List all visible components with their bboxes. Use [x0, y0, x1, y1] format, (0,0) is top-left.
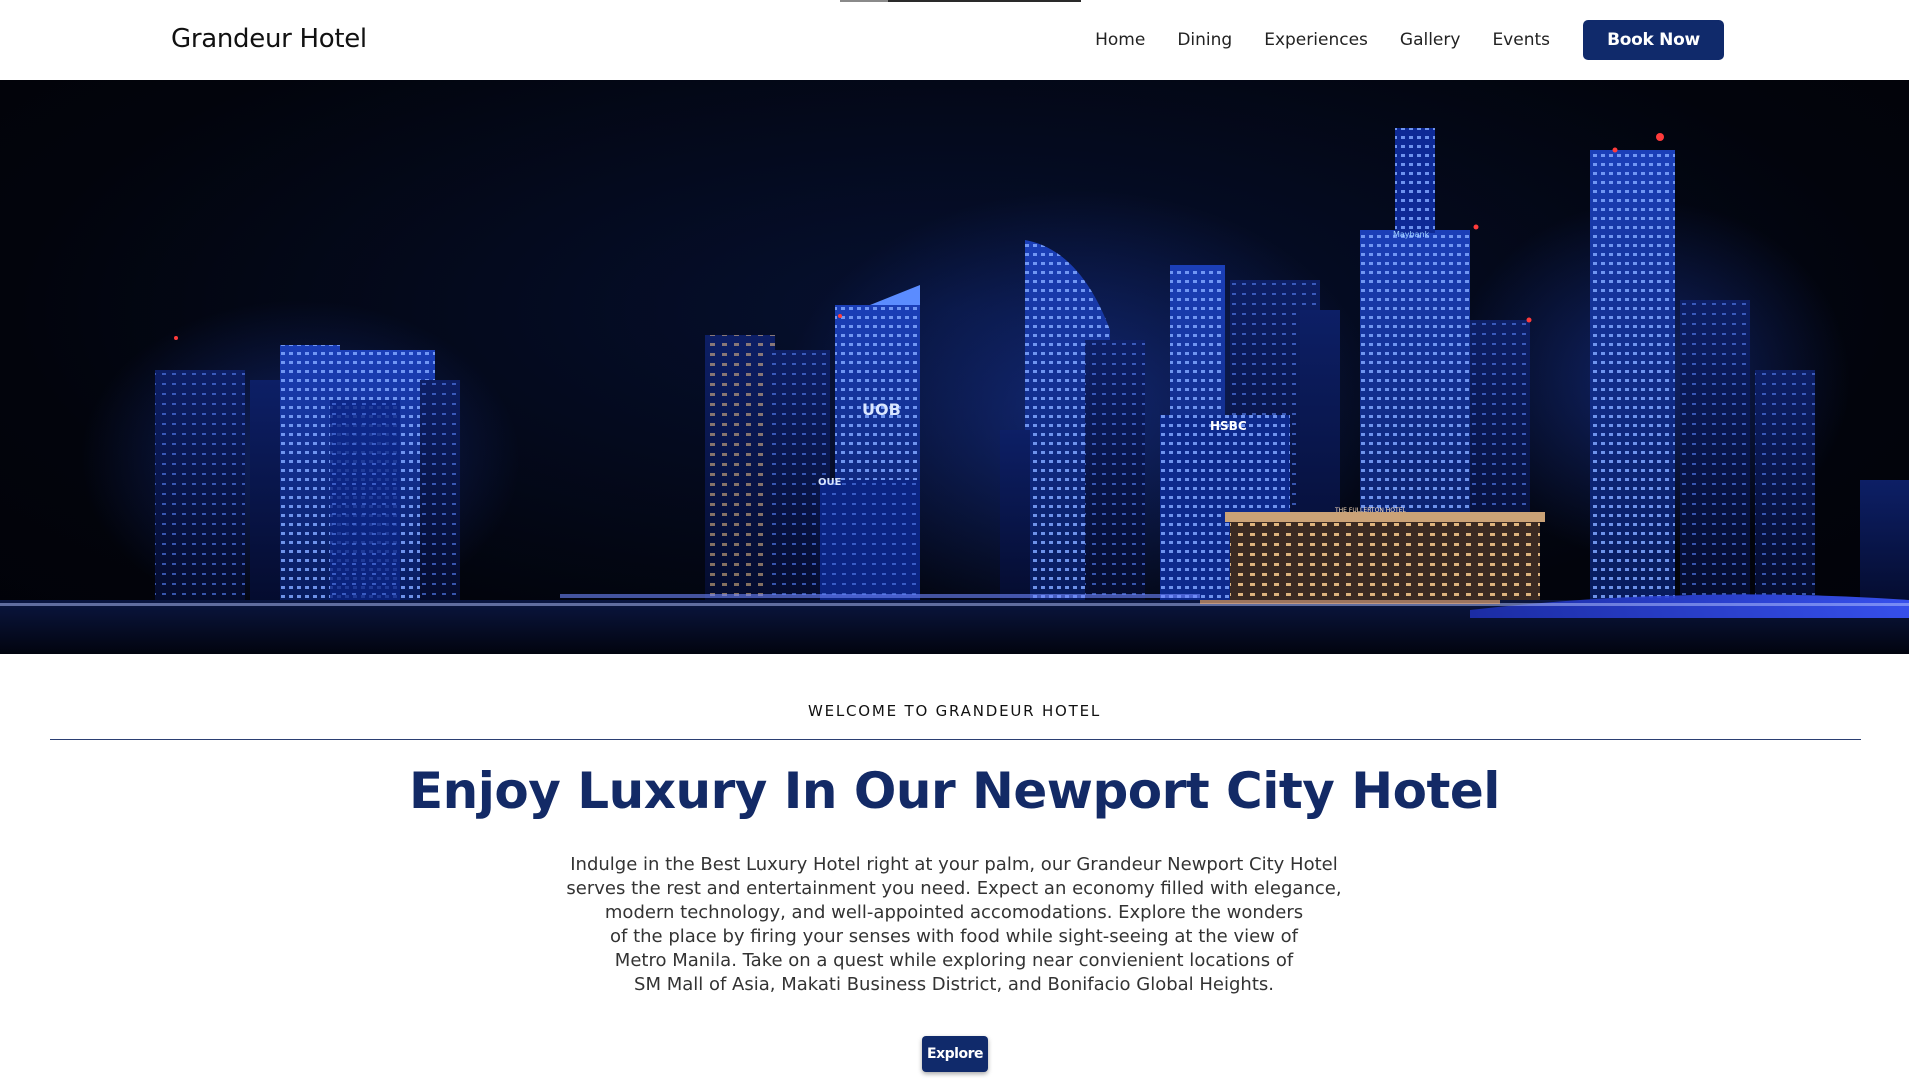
maybank-sign: Maybank [1393, 230, 1430, 239]
nav-item-events[interactable]: Events [1492, 30, 1550, 50]
fullerton-sign: THE FULLERTON HOTEL [1334, 507, 1406, 514]
main-nav: Home Dining Experiences Gallery Events B… [1095, 20, 1724, 60]
intro-line: modern technology, and well-appointed ac… [604, 902, 1304, 923]
uob-sign: UOB [862, 400, 901, 419]
brand-logo-text[interactable]: Grandeur Hotel [171, 24, 367, 54]
intro-line: of the place by firing your senses with … [610, 926, 1298, 947]
nav-item-dining[interactable]: Dining [1177, 30, 1232, 50]
oue-sign: OUE [818, 477, 842, 488]
section-divider [50, 739, 1861, 740]
intro-paragraph: Indulge in the Best Luxury Hotel right a… [554, 853, 1354, 997]
intro-line: SM Mall of Asia, Makati Business Distric… [634, 974, 1274, 995]
page-headline: Enjoy Luxury In Our Newport City Hotel [409, 762, 1500, 820]
intro-line: Indulge in the Best Luxury Hotel right a… [570, 854, 1338, 875]
section-eyebrow: WELCOME TO GRANDEUR HOTEL [807, 702, 1102, 720]
nav-item-gallery[interactable]: Gallery [1400, 30, 1461, 50]
nav-item-experiences[interactable]: Experiences [1264, 30, 1368, 50]
scroll-indicator [840, 0, 1081, 2]
nav-item-home[interactable]: Home [1095, 30, 1145, 50]
top-navigation-bar: Grandeur Hotel Home Dining Experiences G… [0, 0, 1909, 80]
hero-banner: HSBC Maybank UOB OUE THE FULLERTON HOTEL [0, 80, 1909, 654]
intro-line: serves the rest and entertainment you ne… [566, 878, 1342, 899]
book-now-button[interactable]: Book Now [1583, 20, 1724, 60]
night-city-skyline-image: HSBC Maybank UOB OUE THE FULLERTON HOTEL [0, 128, 1909, 654]
hsbc-sign: HSBC [1210, 419, 1247, 433]
intro-line: Metro Manila. Take on a quest while expl… [614, 950, 1294, 971]
explore-button[interactable]: Explore [922, 1036, 988, 1072]
